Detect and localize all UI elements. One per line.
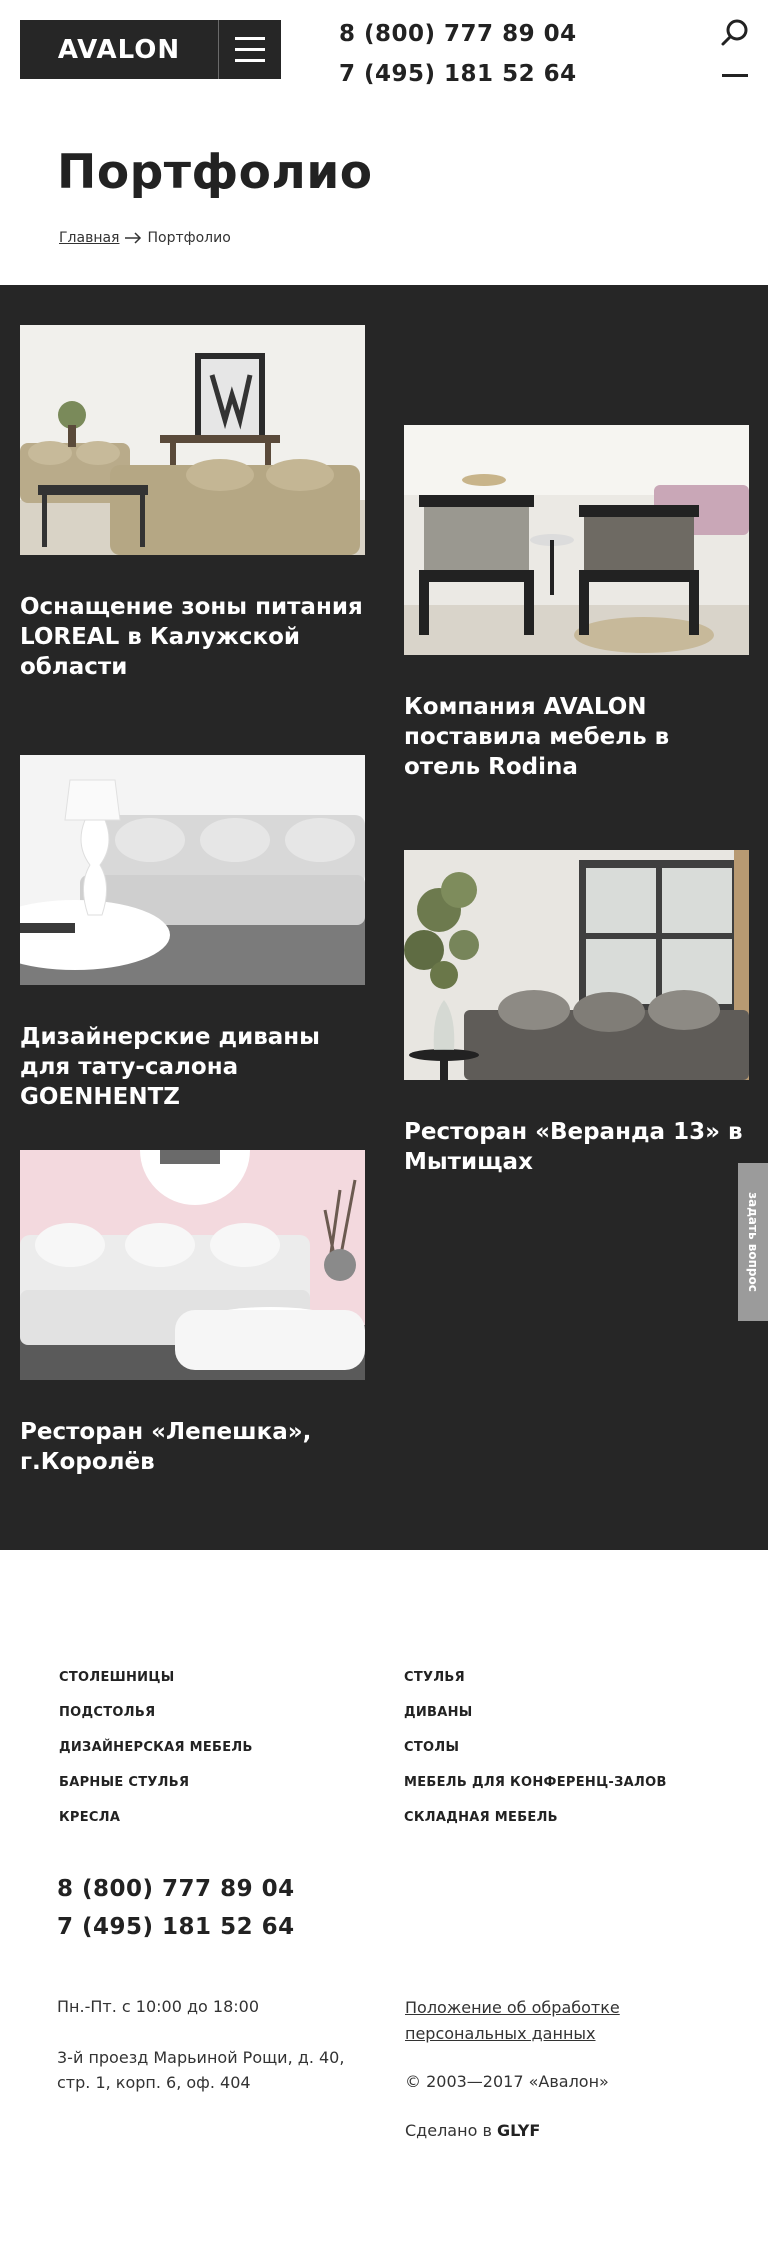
portfolio-image <box>20 755 365 985</box>
header-phones: 8 (800) 777 89 04 7 (495) 181 52 64 <box>339 14 577 94</box>
footer-link[interactable]: СТУЛЬЯ <box>404 1660 667 1695</box>
arrow-right-icon <box>125 232 142 244</box>
portfolio-card[interactable]: Дизайнерские диваны для тату-салона GOEN… <box>20 755 365 1112</box>
footer-address: 3-й проезд Марьиной Рощи, д. 40, стр. 1,… <box>57 2048 345 2092</box>
ask-question-label: задать вопрос <box>746 1192 760 1292</box>
footer-hours: Пн.-Пт. с 10:00 до 18:00 <box>57 1997 259 2016</box>
portfolio-image <box>20 325 365 555</box>
footer-link[interactable]: БАРНЫЕ СТУЛЬЯ <box>59 1765 253 1800</box>
portfolio-image <box>404 425 749 655</box>
privacy-policy-link[interactable]: Положение об обработке персональных данн… <box>405 1995 635 2047</box>
portfolio-card[interactable]: Оснащение зоны питания LOREAL в Калужско… <box>20 325 365 682</box>
breadcrumb-home[interactable]: Главная <box>59 230 119 246</box>
footer-link[interactable]: СКЛАДНАЯ МЕБЕЛЬ <box>404 1800 667 1835</box>
footer-link[interactable]: КРЕСЛА <box>59 1800 253 1835</box>
portfolio-title[interactable]: Ресторан «Веранда 13» в Мытищах <box>404 1117 749 1177</box>
portfolio-card[interactable]: Ресторан «Веранда 13» в Мытищах <box>404 850 749 1177</box>
portfolio-title[interactable]: Компания AVALON поставила мебель в отель… <box>404 692 749 782</box>
footer-link[interactable]: СТОЛЕШНИЦЫ <box>59 1660 253 1695</box>
portfolio-title[interactable]: Дизайнерские диваны для тату-салона GOEN… <box>20 1022 365 1112</box>
portfolio-title[interactable]: Оснащение зоны питания LOREAL в Калужско… <box>20 592 365 682</box>
portfolio-image <box>404 850 749 1080</box>
portfolio-image <box>20 1150 365 1380</box>
logo-box: AVALON <box>20 20 281 79</box>
logo[interactable]: AVALON <box>20 20 219 79</box>
footer-nav-right: СТУЛЬЯ ДИВАНЫ СТОЛЫ МЕБЕЛЬ ДЛЯ КОНФЕРЕНЦ… <box>404 1660 667 1835</box>
made-by-label: Сделано в <box>405 2121 492 2140</box>
menu-icon[interactable] <box>219 20 281 79</box>
footer-phone-1[interactable]: 8 (800) 777 89 04 <box>57 1870 295 1908</box>
made-by: Сделано в GLYF <box>405 2121 540 2140</box>
footer-link[interactable]: МЕБЕЛЬ ДЛЯ КОНФЕРЕНЦ-ЗАЛОВ <box>404 1765 667 1800</box>
portfolio-card[interactable]: Ресторан «Лепешка», г.Королёв <box>20 1150 365 1477</box>
footer-phones: 8 (800) 777 89 04 7 (495) 181 52 64 <box>57 1870 295 1946</box>
portfolio-section: Оснащение зоны питания LOREAL в Калужско… <box>0 285 768 1550</box>
portfolio-title[interactable]: Ресторан «Лепешка», г.Королёв <box>20 1417 365 1477</box>
footer-link[interactable]: СТОЛЫ <box>404 1730 667 1765</box>
footer-nav-left: СТОЛЕШНИЦЫ ПОДСТОЛЬЯ ДИЗАЙНЕРСКАЯ МЕБЕЛЬ… <box>59 1660 253 1835</box>
page-title: Портфолио <box>57 145 373 200</box>
site-header: AVALON 8 (800) 777 89 04 7 (495) 181 52 … <box>0 0 768 100</box>
phone-link-2[interactable]: 7 (495) 181 52 64 <box>339 54 577 94</box>
footer-link[interactable]: ПОДСТОЛЬЯ <box>59 1695 253 1730</box>
breadcrumb-current: Портфолио <box>147 230 231 246</box>
footer-link[interactable]: ДИЗАЙНЕРСКАЯ МЕБЕЛЬ <box>59 1730 253 1765</box>
copyright: © 2003—2017 «Авалон» <box>405 2072 609 2091</box>
footer-link[interactable]: ДИВАНЫ <box>404 1695 667 1730</box>
search-icon[interactable] <box>720 18 750 48</box>
ask-question-tab[interactable]: задать вопрос <box>738 1163 768 1321</box>
breadcrumb: Главная Портфолио <box>59 230 231 246</box>
footer-phone-2[interactable]: 7 (495) 181 52 64 <box>57 1908 295 1946</box>
portfolio-card[interactable]: Компания AVALON поставила мебель в отель… <box>404 425 749 782</box>
minus-icon[interactable] <box>722 74 748 77</box>
made-by-brand[interactable]: GLYF <box>497 2121 540 2140</box>
phone-link-1[interactable]: 8 (800) 777 89 04 <box>339 14 577 54</box>
